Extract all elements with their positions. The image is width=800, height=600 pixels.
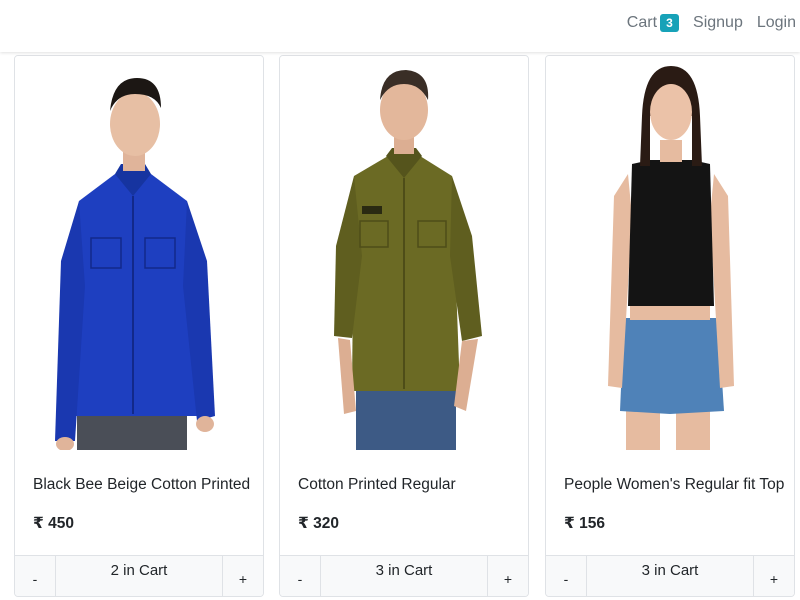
product-image-woman-black-top — [546, 56, 794, 450]
cart-qty-label: 3 in Cart — [321, 556, 487, 596]
signup-link[interactable]: Signup — [693, 14, 743, 32]
cart-qty-control: - 3 in Cart + — [280, 555, 528, 596]
cart-qty-label: 2 in Cart — [56, 556, 222, 596]
increase-qty-button[interactable]: + — [487, 556, 528, 596]
decrease-qty-button[interactable]: - — [546, 556, 587, 596]
cart-link-label: Cart — [626, 14, 658, 31]
decrease-qty-button[interactable]: - — [280, 556, 321, 596]
product-price: ₹ 450 — [33, 515, 74, 532]
increase-qty-button[interactable]: + — [222, 556, 263, 596]
product-card: People Women's Regular fit Top ₹ 156 - 3… — [545, 55, 795, 597]
product-image-man-olive-shirt — [280, 56, 528, 450]
decrease-qty-button[interactable]: - — [15, 556, 56, 596]
increase-qty-button[interactable]: + — [753, 556, 794, 596]
product-title: Black Bee Beige Cotton Printed — [33, 476, 251, 493]
login-link[interactable]: Login — [757, 14, 796, 32]
cart-qty-control: - 2 in Cart + — [15, 555, 263, 596]
product-image-man-blue-shirt — [15, 56, 263, 450]
product-grid: Black Bee Beige Cotton Printed ₹ 450 - 2… — [14, 55, 800, 600]
product-title: Cotton Printed Regular — [298, 476, 456, 493]
product-price: ₹ 156 — [564, 515, 605, 532]
product-title: People Women's Regular fit Top — [564, 476, 785, 493]
product-price: ₹ 320 — [298, 515, 339, 532]
cart-link[interactable]: Cart 3 — [626, 14, 680, 32]
product-card: Cotton Printed Regular ₹ 320 - 3 in Cart… — [279, 55, 529, 597]
navbar: Cart 3 Signup Login — [0, 0, 800, 52]
cart-qty-control: - 3 in Cart + — [546, 555, 794, 596]
cart-count-badge: 3 — [660, 14, 680, 32]
nav-links: Cart 3 Signup Login — [627, 14, 796, 32]
product-card: Black Bee Beige Cotton Printed ₹ 450 - 2… — [14, 55, 264, 597]
cart-qty-label: 3 in Cart — [587, 556, 753, 596]
